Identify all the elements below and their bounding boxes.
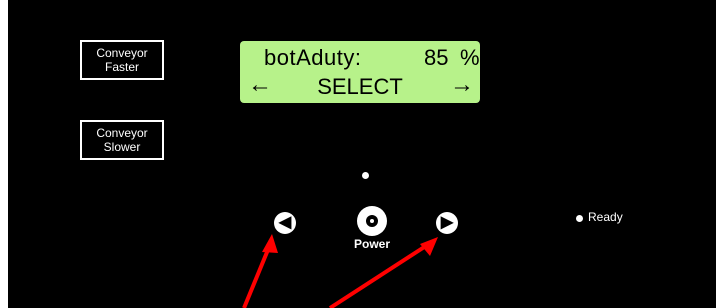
- annotation-arrowhead-left: [262, 234, 278, 253]
- annotation-arrows: [242, 234, 438, 308]
- annotation-arrow-right: [328, 240, 434, 308]
- annotation-arrowhead-right: [420, 237, 438, 256]
